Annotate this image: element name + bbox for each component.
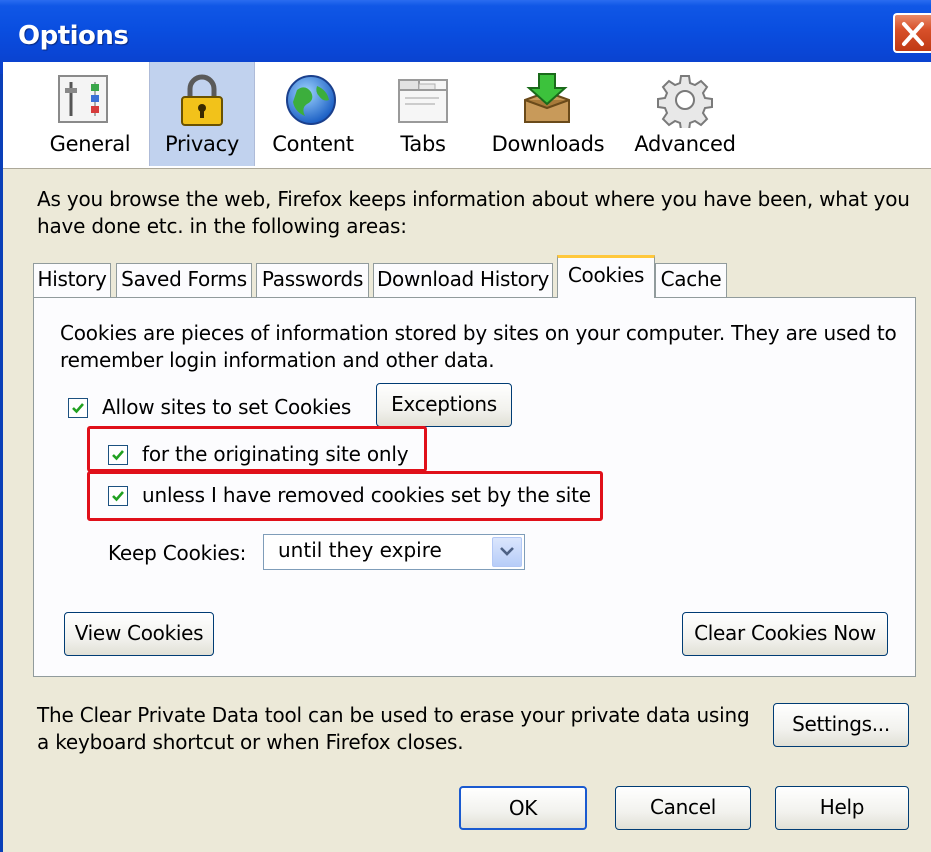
- tabs-window-icon: [398, 79, 448, 123]
- general-sliders-icon: [58, 75, 108, 123]
- exceptions-button-label: Exceptions: [391, 392, 497, 416]
- tab-cookies[interactable]: Cookies: [557, 255, 655, 298]
- ok-button[interactable]: OK: [459, 786, 587, 830]
- keep-cookies-value: until they expire: [278, 538, 442, 562]
- cancel-button-label: Cancel: [650, 795, 716, 819]
- globe-icon: [286, 75, 336, 125]
- help-button[interactable]: Help: [775, 786, 909, 830]
- toolbar-label: Tabs: [400, 132, 446, 156]
- exceptions-button[interactable]: Exceptions: [376, 383, 512, 427]
- view-cookies-button-label: View Cookies: [74, 621, 204, 645]
- toolbar-advanced[interactable]: Advanced: [629, 62, 741, 166]
- padlock-icon: [181, 74, 223, 126]
- close-icon: [902, 22, 924, 46]
- tab-download-history[interactable]: Download History: [373, 263, 553, 297]
- toolbar-privacy[interactable]: Privacy: [149, 62, 255, 166]
- tab-cache[interactable]: Cache: [655, 263, 727, 297]
- options-window: Options General Privacy Content Tabs Dow…: [0, 0, 931, 852]
- toolbar-label: Downloads: [491, 132, 605, 156]
- toolbar-general[interactable]: General: [35, 62, 145, 166]
- privacy-intro: As you browse the web, Firefox keeps inf…: [37, 187, 910, 238]
- clear-private-data-text: The Clear Private Data tool can be used …: [37, 703, 750, 754]
- ok-button-label: OK: [508, 796, 538, 820]
- toolbar-content[interactable]: Content: [259, 62, 367, 166]
- dropdown-arrow-button[interactable]: [492, 537, 522, 567]
- cookies-description: Cookies are pieces of information stored…: [60, 321, 897, 372]
- settings-button-label: Settings...: [792, 712, 890, 736]
- highlight-box-originating: [87, 426, 427, 472]
- close-button[interactable]: [893, 13, 931, 53]
- clear-cookies-button-label: Clear Cookies Now: [694, 621, 876, 645]
- tab-passwords[interactable]: Passwords: [256, 263, 369, 297]
- toolbar-label: Privacy: [165, 132, 239, 156]
- toolbar-tabs[interactable]: Tabs: [373, 62, 473, 166]
- keep-cookies-select[interactable]: until they expire: [263, 534, 525, 570]
- allow-cookies-checkbox[interactable]: [68, 398, 88, 418]
- cancel-button[interactable]: Cancel: [615, 786, 751, 830]
- clear-cookies-now-button[interactable]: Clear Cookies Now: [682, 612, 888, 656]
- tab-saved-forms[interactable]: Saved Forms: [116, 263, 252, 297]
- toolbar-label: General: [49, 132, 131, 156]
- options-toolbar: General Privacy Content Tabs Downloads A…: [3, 62, 931, 169]
- gear-icon: [657, 75, 713, 128]
- settings-button[interactable]: Settings...: [773, 703, 909, 747]
- toolbar-label: Advanced: [634, 132, 736, 156]
- help-button-label: Help: [819, 795, 865, 819]
- allow-cookies-label[interactable]: Allow sites to set Cookies: [102, 394, 351, 421]
- toolbar-label: Content: [272, 132, 354, 156]
- tab-history[interactable]: History: [33, 263, 111, 297]
- view-cookies-button[interactable]: View Cookies: [64, 612, 214, 656]
- checkmark-icon: [72, 403, 84, 414]
- download-box-icon: [524, 73, 570, 123]
- keep-cookies-label: Keep Cookies:: [108, 541, 247, 565]
- chevron-down-icon: [500, 547, 514, 556]
- window-title: Options: [18, 21, 129, 51]
- highlight-box-unless: [87, 471, 603, 521]
- toolbar-downloads[interactable]: Downloads: [485, 62, 611, 166]
